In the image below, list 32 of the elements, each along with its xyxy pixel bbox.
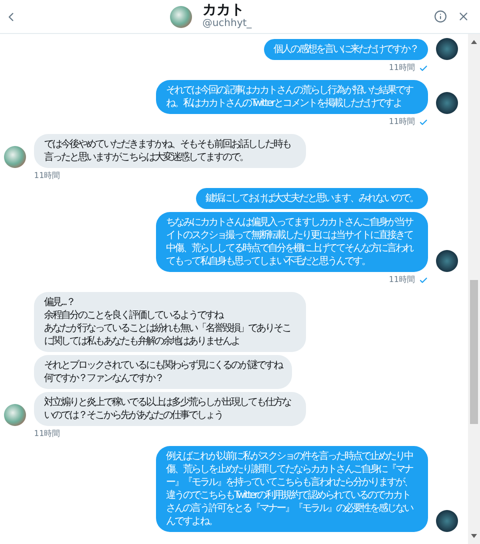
contact-avatar bbox=[170, 6, 192, 28]
message-text: 偏見...？ bbox=[44, 296, 76, 309]
avatar bbox=[436, 250, 458, 272]
contact-name: カカト bbox=[202, 3, 246, 18]
message-text: ちなみにカカトさんは偏見入ってますしカカトさんご自身が当サイトのスクショ撮って無断転載したり更には当サイトに直接きて中傷、荒らししてる時点で自分を棚に上げててそんな方に言われてもって私自身も思ってしまい不毛だと思うんです。 bbox=[166, 216, 414, 268]
message-text: それとブロックされているにも関わらず見にくるのが謎ですね bbox=[44, 359, 282, 372]
timestamp: 11時間 bbox=[34, 170, 60, 182]
timestamp: 11時間 bbox=[388, 62, 415, 74]
message-text: 例えばこれが以前に私がスクショの件を言った時点で止めたり中傷、荒らしを止めたり謝罪してたならカカトさんご自身に『マナー』『モラル』を持っていてこちらも言われたら分かりますが、違うのでこちらもTwitterの利用規約で認められているのでカカトさんの言う許可をとる『マナー』『モラル』の必要性を感じないんですよね。 bbox=[166, 450, 414, 528]
scrollbar-thumb[interactable] bbox=[470, 280, 478, 424]
timestamp: 11時間 bbox=[34, 428, 60, 440]
scroll-up-icon[interactable] bbox=[471, 40, 477, 44]
info-icon[interactable] bbox=[434, 10, 447, 23]
message-text: あなたが行なっていることは紛れも無い「名誉毀損」でありそこに関しては私もあなたも弁解の余地はありませんよ bbox=[44, 322, 292, 348]
message-text: 鍵垢にしておけば大丈夫だと思います、みれないので。 bbox=[206, 192, 418, 205]
avatar bbox=[4, 146, 26, 168]
message-text: では今後やめていただきますかね、そもそも前回お話しした時も言ったと思いますがこちらは大変迷惑してますので。 bbox=[44, 138, 292, 164]
message-text: 何ですか？ファンなんですか？ bbox=[44, 372, 164, 385]
avatar bbox=[436, 38, 458, 60]
avatar bbox=[436, 510, 458, 532]
contact-handle: @uchhyt_ bbox=[202, 18, 252, 30]
timestamp: 11時間 bbox=[388, 116, 415, 128]
avatar bbox=[436, 92, 458, 114]
close-icon[interactable] bbox=[457, 10, 470, 23]
scroll-down-icon[interactable] bbox=[471, 534, 477, 538]
message-text: 余程自分のことを良く評価しているようですね bbox=[44, 309, 224, 322]
message-text: それでは今回の記事はカカトさんの荒らし行為が招いた結果ですね。私はカカトさんのTwitterとコメントを掲載しただけですよ bbox=[166, 84, 414, 110]
avatar bbox=[4, 404, 26, 426]
message-text: 対立煽りと炎上で稼いでる以上は多少荒らしが出現しても仕方ないのでは？そこから先があなたの仕事でしょう bbox=[44, 396, 292, 422]
scrollbar[interactable] bbox=[468, 34, 480, 544]
message-text: 個人の感想を言いに来ただけですか？ bbox=[274, 43, 418, 56]
timestamp: 11時間 bbox=[388, 274, 415, 286]
